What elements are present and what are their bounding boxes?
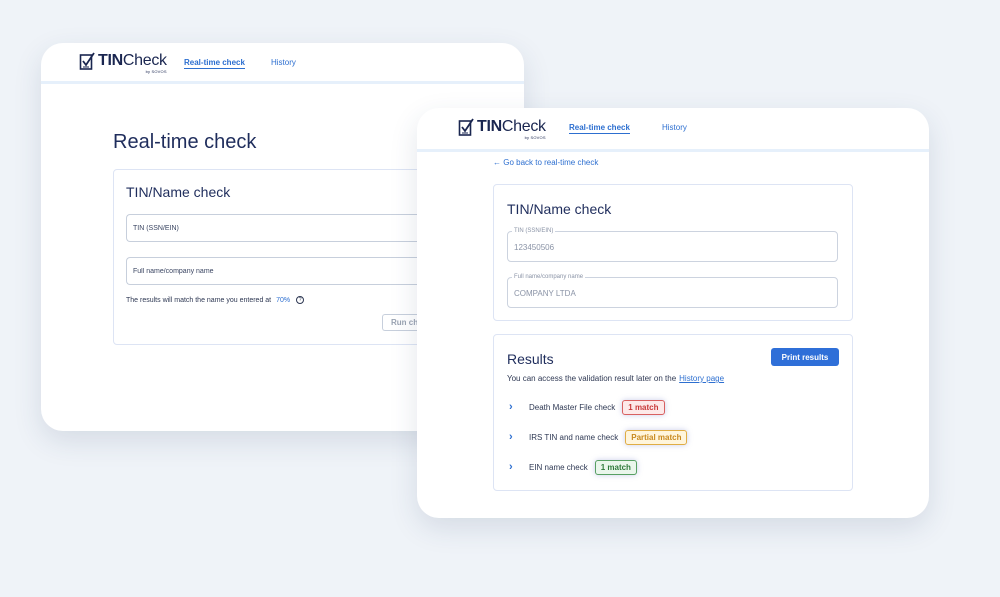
tin-input[interactable] bbox=[126, 214, 444, 242]
top-navbar: TINCheck by SOVOS Real-time check Histor… bbox=[417, 108, 929, 152]
print-results-button[interactable]: Print results bbox=[771, 348, 839, 366]
name-field[interactable]: Full name/company name COMPANY LTDA bbox=[507, 274, 838, 308]
result-row-death-master[interactable]: › Death Master File check 1 match bbox=[509, 399, 665, 415]
history-page-link[interactable]: History page bbox=[679, 374, 724, 383]
name-field-value: COMPANY LTDA bbox=[514, 289, 576, 298]
back-to-realtime-link[interactable]: ← Go back to real-time check bbox=[493, 158, 598, 167]
chevron-right-icon[interactable]: › bbox=[509, 461, 529, 473]
status-badge: Partial match bbox=[625, 429, 688, 445]
status-badge: 1 match bbox=[622, 399, 665, 415]
status-badge: 1 match bbox=[594, 459, 637, 475]
tin-name-form-panel: TIN/Name check TIN (SSN/EIN) 123450506 F… bbox=[493, 184, 853, 321]
nav-realtime-check[interactable]: Real-time check bbox=[184, 58, 245, 69]
nav-history[interactable]: History bbox=[271, 58, 296, 67]
logo-wordmark: TINCheck bbox=[98, 52, 167, 69]
form-title: TIN/Name check bbox=[126, 184, 231, 200]
name-input[interactable] bbox=[126, 257, 444, 285]
chevron-right-icon[interactable]: › bbox=[509, 401, 529, 413]
tincheck-logo[interactable]: TINCheck by SOVOS bbox=[79, 52, 167, 74]
front-window: TINCheck by SOVOS Real-time check Histor… bbox=[417, 108, 929, 518]
match-percent[interactable]: 70% bbox=[276, 297, 290, 304]
top-navbar: TINCheck by SOVOS Real-time check Histor… bbox=[41, 43, 524, 84]
logo-byline: by SOVOS bbox=[524, 135, 546, 140]
result-row-irs-tin[interactable]: › IRS TIN and name check Partial match bbox=[509, 429, 688, 445]
form-title: TIN/Name check bbox=[507, 201, 612, 217]
match-text: The results will match the name you ente… bbox=[126, 296, 272, 304]
match-threshold-note: The results will match the name you ente… bbox=[126, 296, 305, 304]
tin-field-label: TIN (SSN/EIN) bbox=[512, 228, 556, 235]
nav-realtime-check[interactable]: Real-time check bbox=[569, 123, 630, 134]
checklist-logo-icon bbox=[458, 118, 474, 136]
name-field-label: Full name/company name bbox=[512, 274, 586, 281]
logo-byline: by SOVOS bbox=[145, 69, 167, 74]
tin-field-value: 123450506 bbox=[514, 243, 555, 252]
chevron-right-icon[interactable]: › bbox=[509, 431, 529, 443]
tin-field[interactable]: TIN (SSN/EIN) 123450506 bbox=[507, 228, 838, 262]
result-label: EIN name check bbox=[529, 462, 588, 472]
tincheck-logo[interactable]: TINCheck by SOVOS bbox=[458, 118, 546, 140]
question-circle-icon[interactable]: ? bbox=[296, 296, 305, 304]
page-title: Real-time check bbox=[113, 131, 257, 153]
nav-history[interactable]: History bbox=[662, 123, 687, 132]
result-row-ein-name[interactable]: › EIN name check 1 match bbox=[509, 459, 637, 475]
result-label: Death Master File check bbox=[529, 402, 616, 412]
tin-name-form-panel: TIN/Name check The results will match th… bbox=[113, 169, 445, 345]
results-note: You can access the validation result lat… bbox=[507, 374, 725, 383]
logo-wordmark: TINCheck bbox=[477, 118, 546, 135]
checklist-logo-icon bbox=[79, 52, 95, 70]
results-title: Results bbox=[507, 351, 554, 367]
result-label: IRS TIN and name check bbox=[529, 432, 619, 442]
results-panel: Results Print results You can access the… bbox=[493, 334, 853, 491]
